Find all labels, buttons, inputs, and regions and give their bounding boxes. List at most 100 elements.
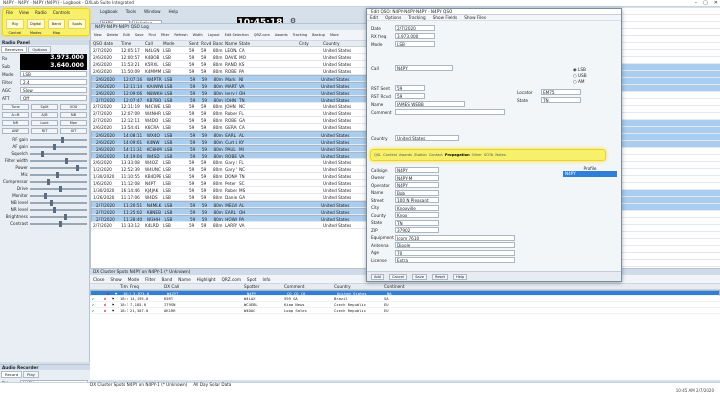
checkmark-icon[interactable]: ✔ [90, 302, 102, 307]
slider-thumb[interactable] [64, 213, 68, 220]
qso-toolbar-button[interactable]: Find [149, 33, 156, 37]
radio-control-select[interactable]: Off [20, 95, 87, 101]
table-row[interactable]: 1/26/2020 11:17:06 W4DS LSB 59 59 80mDaniel A … [91, 194, 369, 201]
dialog-tab[interactable]: Contest [383, 152, 397, 158]
dx-toolbar-button[interactable]: Filter [145, 277, 155, 282]
table-row[interactable]: 1/2/2020 12:52:39 W4UNCLSB 59 59 80mGary W Do… [91, 166, 369, 173]
x-mark-icon[interactable]: ✘ [102, 296, 110, 301]
slider-track[interactable] [30, 206, 87, 213]
bottom-tab[interactable]: DX Cluster Spots N4PY on N4PY-1 (* Unkno… [90, 382, 187, 388]
slider-thumb[interactable] [44, 192, 48, 199]
slider-track[interactable] [30, 185, 87, 192]
qso-column-header[interactable]: Mode [161, 41, 187, 46]
radio-control-select[interactable]: LSB [20, 71, 87, 77]
dx-toolbar-button[interactable]: Mode [128, 277, 139, 282]
dx-toolbar-button[interactable]: Close [93, 277, 104, 282]
qso-toolbar-button[interactable]: Backup [312, 33, 325, 37]
dialog-field-input[interactable]: 59 [395, 93, 425, 99]
radio-button[interactable]: A=B [2, 112, 29, 118]
dx-column-header[interactable] [110, 284, 118, 289]
dialog-field-input[interactable] [395, 109, 505, 115]
table-row[interactable]: 2/6/2020 12:09:06N8WKHLSB 59 59 80mJerry L W… [91, 89, 369, 96]
mode-radio[interactable]: ○ AM [573, 79, 587, 85]
qso-toolbar-button[interactable]: New [94, 33, 102, 37]
table-row[interactable]: 1/30/2020 11:10:55 KB4DPELSB 59 59 80mDONALD … [91, 173, 369, 180]
x-mark-icon[interactable]: ✘ [105, 291, 113, 295]
qso-column-header[interactable]: Band [211, 41, 223, 46]
dx-toolbar-button[interactable]: QRZ.com [222, 277, 241, 282]
slider-track[interactable] [30, 171, 87, 178]
table-row[interactable]: 2/6/2020 14:19:04W4SD LSB 59 59 80mROBERT B A… [91, 152, 369, 159]
qso-column-header[interactable]: Sent [187, 41, 199, 46]
slider-track[interactable] [30, 164, 87, 171]
detail-field-input[interactable]: N4PY [395, 182, 439, 188]
dialog-tab[interactable]: Propagation [445, 152, 470, 158]
detail-field-input[interactable]: 70 [395, 249, 515, 256]
ribbon-button[interactable]: Band Map [47, 19, 66, 35]
dx-toolbar-button[interactable]: Name [178, 277, 190, 282]
qso-column-header[interactable]: Call [143, 41, 161, 46]
qso-toolbar-button[interactable]: QRZ.com [254, 33, 270, 37]
dx-toolbar-button[interactable]: Info [262, 277, 270, 282]
slider-track[interactable] [30, 157, 87, 164]
qso-toolbar-button[interactable]: Tracking [293, 33, 308, 37]
table-row[interactable]: 2/6/2020 14:08:11WX4Q LSB 59 59 80mEARL E WEA… [91, 131, 369, 138]
menu-item[interactable]: Logbook [100, 8, 118, 15]
table-row[interactable]: 2/6/2020 14:09:01K4NW LSB 59 59 80mCurt L Bar… [91, 138, 369, 145]
dialog-field-input[interactable]: 2/7/2020 [395, 25, 435, 31]
dialog-field-input[interactable]: TN [541, 97, 581, 103]
dialog-tab[interactable]: SOTA [484, 152, 493, 158]
slider-track[interactable] [30, 178, 87, 185]
table-row[interactable]: 2/6/2020 12:11:14KA4WWXLSB 59 59 80mMARTIN D… [91, 82, 369, 89]
dialog-field-input[interactable]: United States [395, 135, 459, 141]
slider-thumb[interactable] [55, 171, 59, 178]
slider-thumb[interactable] [47, 178, 51, 185]
table-row[interactable]: 2/6/2020 13:54:41 K6CRA LSB 59 59 80mGERALD L … [91, 124, 369, 131]
dialog-menu-item[interactable]: Tracking [408, 15, 425, 20]
dialog-menu-item[interactable]: Show Fields [433, 15, 457, 20]
radio-button[interactable]: NB [60, 112, 87, 118]
dialog-tab[interactable]: Station [414, 152, 427, 158]
table-row[interactable]: 2/6/2020 11:50:09 K4MMMLSB 59 59 80mROBERT W … [91, 68, 369, 75]
table-row[interactable]: 2/6/2020 13:33:08 W4OZ LSB 59 59 80mGary N Tur… [91, 159, 369, 166]
dialog-footer-button[interactable]: Save [412, 273, 427, 280]
qso-toolbar-button[interactable]: More [330, 33, 339, 37]
table-row[interactable]: 1/6/2020 11:12:08 N4PT LSB 59 59 80mPeter B Br… [91, 180, 369, 187]
ribbon-tab[interactable]: Radio [35, 10, 47, 16]
qso-column-header[interactable]: Rcvd [199, 41, 211, 46]
slider-thumb[interactable] [52, 143, 56, 150]
detail-field-input[interactable]: Knoxville [395, 204, 439, 211]
slider-track[interactable] [30, 199, 87, 206]
table-row[interactable]: 2/7/2020 12:07:09 W4NHRLSB 59 59 80mRobert D … [91, 110, 369, 117]
checkmark-icon[interactable]: ✔ [90, 308, 102, 313]
slider-thumb[interactable] [58, 220, 62, 227]
qso-toolbar-button[interactable]: Refresh [174, 33, 187, 37]
radio-tab[interactable]: Options [28, 46, 52, 53]
qso-column-header[interactable]: Country [321, 41, 369, 46]
table-row[interactable]: 2/7/2020 12:11:19 N4CWELSB 59 59 80mJOHN G PO… [91, 103, 369, 110]
dialog-footer-button[interactable]: Cancel [388, 273, 408, 280]
radio-button[interactable]: VOX [60, 104, 87, 110]
ribbon-tab[interactable]: View [19, 10, 29, 16]
dialog-tab[interactable]: Other [472, 152, 482, 158]
dialog-field-input[interactable]: EM75 [541, 89, 581, 95]
dx-toolbar-button[interactable]: Highlight [197, 277, 216, 282]
radio-control-select[interactable]: 2.4 [20, 79, 87, 85]
checkmark-icon[interactable]: ✔ [93, 291, 105, 295]
dialog-footer-button[interactable]: Help [453, 273, 468, 280]
close-icon[interactable]: ✕ [714, 0, 718, 7]
detail-field-input[interactable]: Bob [395, 189, 439, 196]
table-row[interactable]: 2/6/2020 14:11:31KC8HMLSB 59 59 80mPAUL A DE… [91, 145, 369, 152]
slider-track[interactable] [30, 150, 87, 157]
qso-toolbar-button[interactable]: Delete [107, 33, 119, 37]
dialog-tab[interactable]: Notes [495, 152, 505, 158]
table-row[interactable]: 2/6/2020 12:00:57 K4BOBLSB 59 59 80mDAVID R D… [91, 54, 369, 61]
qso-toolbar-button[interactable]: Edit Selection [225, 33, 249, 37]
detail-field-input[interactable]: Dipole [395, 242, 515, 248]
dx-column-header[interactable]: Country [332, 284, 382, 289]
qso-toolbar-button[interactable]: Width [193, 33, 203, 37]
detail-field-input[interactable]: Extra [395, 257, 515, 263]
dialog-footer-button[interactable]: Reset [431, 273, 449, 280]
detail-field-input[interactable]: N4PY-M [395, 174, 439, 181]
table-row[interactable]: 1/30/2020 16:14:46 KJ4JAK LSB 59 59 80mRobert … [91, 187, 369, 194]
